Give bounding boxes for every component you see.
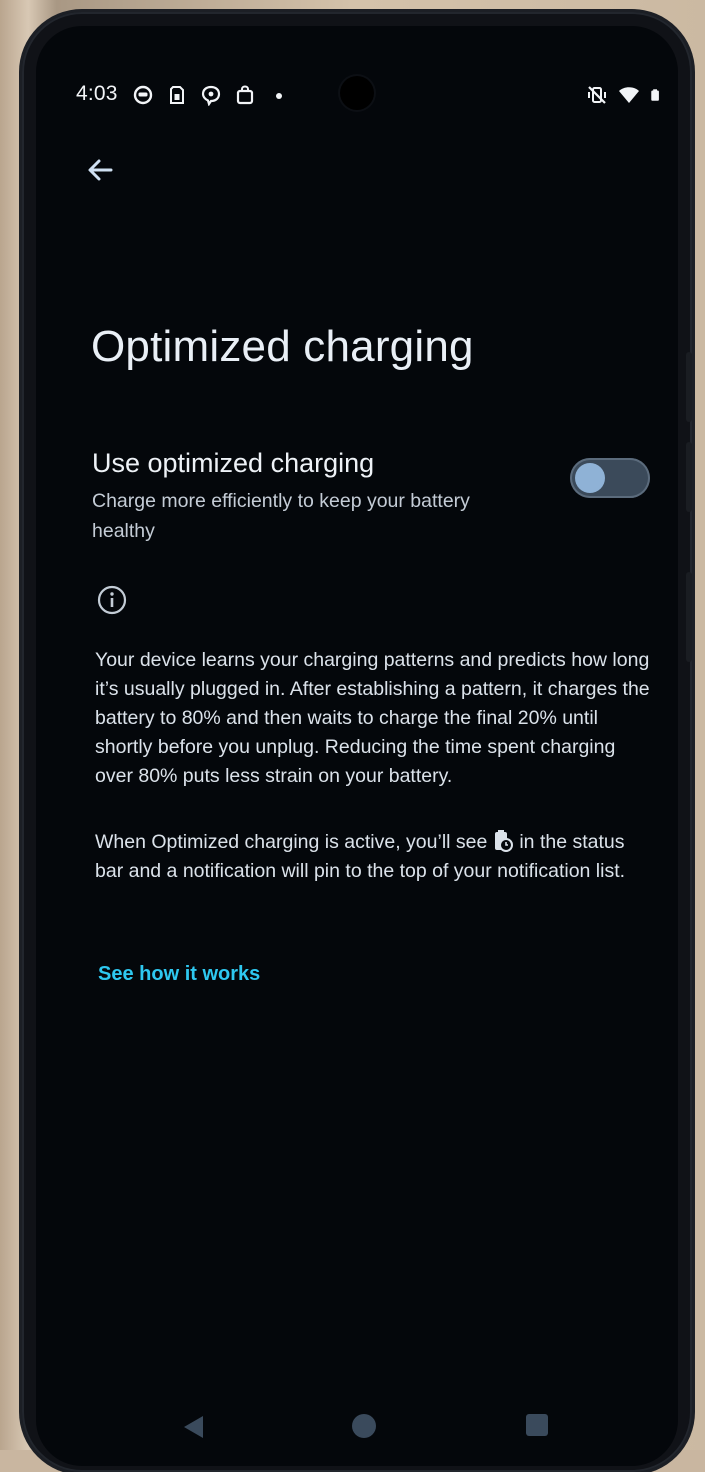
battery-clock-icon [495, 830, 514, 852]
info-paragraph-status: When Optimized charging is active, you’l… [95, 828, 655, 886]
status-time: 4:03 [76, 82, 118, 105]
phone-frame: 4:03 Optimized charging Use optimized ch… [22, 12, 692, 1472]
nav-recents-icon[interactable] [526, 1414, 548, 1436]
volume-button [686, 352, 692, 422]
nav-home-icon[interactable] [352, 1414, 376, 1438]
back-button[interactable] [80, 150, 120, 190]
status-icons-right [586, 84, 664, 106]
see-how-it-works-link[interactable]: See how it works [98, 963, 260, 986]
navigation-bar [36, 1406, 678, 1456]
optimized-charging-setting[interactable]: Use optimized charging Charge more effic… [92, 448, 652, 548]
app-notification-icon [133, 85, 153, 105]
setting-title: Use optimized charging [92, 448, 375, 478]
screen: 4:03 Optimized charging Use optimized ch… [36, 26, 678, 1466]
battery-icon [651, 89, 659, 101]
volume-button [686, 442, 692, 512]
arrow-back-icon [88, 159, 113, 181]
shopping-bag-icon [236, 85, 254, 105]
power-button [686, 572, 692, 662]
toggle-thumb [575, 463, 605, 493]
page-title: Optimized charging [91, 322, 474, 371]
optimized-charging-toggle[interactable] [570, 458, 650, 498]
status-icons-left [132, 84, 290, 106]
vibrate-muted-icon [588, 86, 606, 104]
wifi-icon [619, 87, 639, 103]
setting-subtitle: Charge more efficiently to keep your bat… [92, 490, 470, 542]
nav-back-icon[interactable] [181, 1414, 205, 1440]
front-camera [340, 76, 374, 110]
paragraph-text: When Optimized charging is active, you’l… [95, 831, 488, 853]
dot-icon [276, 93, 282, 99]
sim-card-icon [170, 86, 184, 104]
chat-bubble-icon [201, 85, 221, 106]
info-paragraph: Your device learns your charging pattern… [95, 649, 650, 787]
info-icon [97, 585, 127, 615]
